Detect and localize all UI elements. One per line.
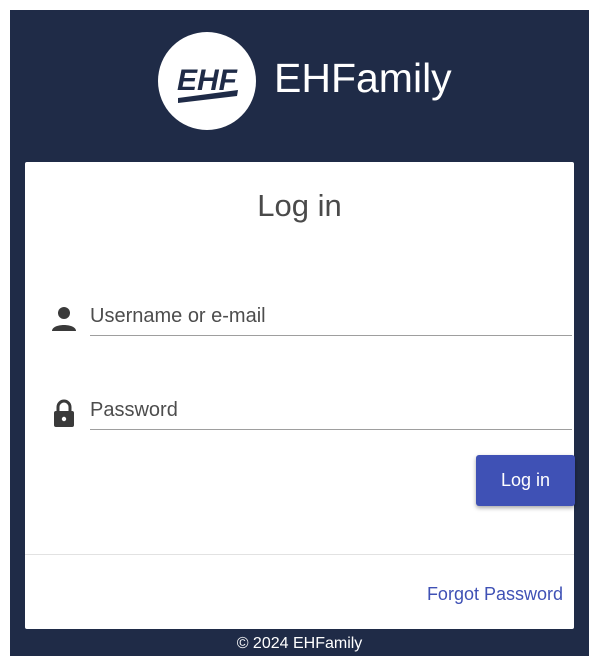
password-field [49, 394, 574, 434]
person-icon [49, 304, 79, 334]
footer-copyright: © 2024 EHFamily [236, 635, 363, 652]
ehf-logo: EHF [158, 32, 256, 130]
login-title: Log in [257, 188, 342, 223]
forgot-password-link[interactable]: Forgot Password [427, 582, 563, 606]
ehf-logo-mark: EHF [177, 64, 238, 103]
brand-header: EHF EHFamily [10, 10, 589, 160]
username-input[interactable] [90, 300, 572, 336]
login-button[interactable]: Log in [476, 455, 575, 506]
card-divider [25, 554, 574, 555]
lock-icon [49, 398, 79, 428]
page-frame: EHF EHFamily Log in Username or e-mail L… [10, 10, 589, 656]
username-field [49, 300, 574, 340]
login-card: Log in Log in Forgot Password [25, 162, 575, 629]
password-input[interactable] [90, 394, 572, 430]
brand-name: EHFamily [274, 55, 452, 101]
